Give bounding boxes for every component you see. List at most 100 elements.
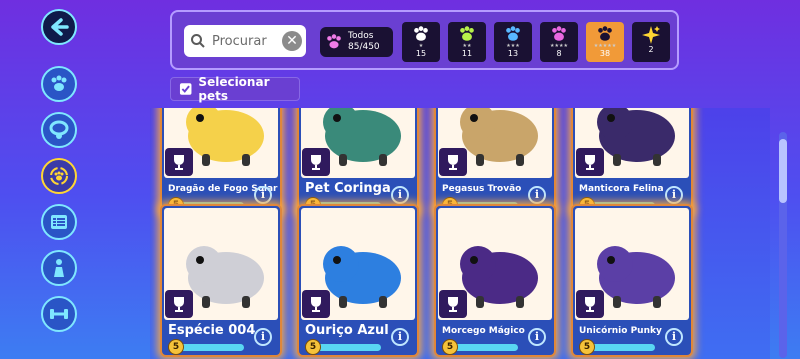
rarity-count: 38 bbox=[599, 49, 611, 58]
pet-type-badge bbox=[439, 290, 467, 318]
trophy-icon bbox=[585, 155, 595, 170]
rarity-count: 11 bbox=[461, 49, 473, 58]
pet-grid[interactable]: Dragão de Fogo Solari5 Pet Coringa i 5 Pegas… bbox=[150, 108, 770, 359]
paw-icon bbox=[51, 75, 67, 91]
rarity-filter-6[interactable]: 2 bbox=[632, 22, 670, 62]
info-icon: i bbox=[534, 330, 540, 343]
paw-icon bbox=[414, 26, 428, 41]
trophy-icon bbox=[174, 155, 184, 170]
trainer-icon bbox=[54, 259, 64, 277]
rarity-filter-5[interactable]: ★★★★★ 38 bbox=[586, 22, 624, 62]
rarity-count: 2 bbox=[648, 45, 654, 54]
info-button[interactable]: i bbox=[391, 186, 409, 204]
sidebar-item-list[interactable] bbox=[41, 204, 77, 240]
rarity-count: 13 bbox=[507, 49, 519, 58]
checkbox-icon bbox=[179, 83, 192, 95]
info-button[interactable]: i bbox=[528, 328, 546, 346]
back-button[interactable] bbox=[41, 9, 77, 45]
rarity-count: 8 bbox=[556, 49, 562, 58]
close-icon: ✕ bbox=[286, 33, 298, 49]
rarity-filter-4[interactable]: ★★★★ 8 bbox=[540, 22, 578, 62]
info-button[interactable]: i bbox=[665, 186, 683, 204]
trophy-icon bbox=[448, 155, 458, 170]
search-input[interactable]: Procurar ✕ bbox=[184, 25, 306, 57]
sidebar-item-pets[interactable] bbox=[41, 66, 77, 102]
info-icon: i bbox=[397, 330, 403, 343]
sidebar-item-paw-cycle[interactable] bbox=[41, 158, 77, 194]
pet-card[interactable]: Ouriço Azul i 5 bbox=[297, 204, 419, 357]
level-progress-bar bbox=[315, 344, 381, 351]
level-coin: 5 bbox=[305, 339, 321, 355]
pet-type-badge bbox=[576, 290, 604, 318]
level-coin: 5 bbox=[442, 339, 458, 355]
info-button[interactable]: i bbox=[528, 186, 546, 204]
info-icon: i bbox=[260, 188, 266, 201]
pet-card[interactable]: Pet Coringai5 bbox=[297, 108, 419, 215]
list-icon bbox=[51, 215, 67, 229]
paw-icon bbox=[598, 26, 612, 41]
pet-type-badge bbox=[165, 148, 193, 176]
sidebar-item-trainer[interactable] bbox=[41, 250, 77, 286]
pet-card[interactable]: Unicórnio Punky i 5 bbox=[571, 204, 693, 357]
sidebar-item-training[interactable] bbox=[41, 296, 77, 332]
trophy-icon bbox=[585, 297, 595, 312]
pet-card[interactable]: Pegasus Trovãoi5 bbox=[434, 108, 556, 215]
rarity-filter-2[interactable]: ★★ 11 bbox=[448, 22, 486, 62]
level-progress-bar bbox=[452, 344, 518, 351]
scrollbar-thumb[interactable] bbox=[779, 139, 787, 203]
info-icon: i bbox=[260, 330, 266, 343]
paw-cycle-icon bbox=[50, 167, 68, 185]
pet-type-badge bbox=[302, 290, 330, 318]
level-progress-fill bbox=[178, 344, 244, 351]
level-progress-fill bbox=[589, 344, 655, 351]
info-icon: i bbox=[534, 188, 540, 201]
paw-icon bbox=[506, 26, 520, 41]
pet-type-badge bbox=[165, 290, 193, 318]
filter-all-label: Todos bbox=[348, 31, 374, 41]
level-coin: 5 bbox=[168, 339, 184, 355]
pet-name: Pet Coringa bbox=[305, 181, 391, 196]
pet-name: Morcego Mágico bbox=[442, 326, 525, 336]
pet-name: Pegasus Trovão bbox=[442, 184, 522, 194]
rarity-filter-1[interactable]: ★ 15 bbox=[402, 22, 440, 62]
paw-icon bbox=[552, 26, 566, 41]
pet-name: Ouriço Azul bbox=[305, 323, 389, 338]
info-button[interactable]: i bbox=[391, 328, 409, 346]
pet-type-badge bbox=[302, 148, 330, 176]
info-button[interactable]: i bbox=[254, 186, 272, 204]
select-pets-button[interactable]: Selecionar pets bbox=[170, 75, 300, 103]
collar-icon bbox=[49, 120, 69, 139]
trophy-icon bbox=[174, 297, 184, 312]
trophy-icon bbox=[311, 155, 321, 170]
trophy-icon bbox=[448, 297, 458, 312]
filter-bar: Procurar ✕ Todos 85/450 ★ 15 ★★ 11 ★★★ 13 ★★★★… bbox=[170, 10, 679, 70]
pet-name: Espécie 004 bbox=[168, 323, 256, 338]
pet-name: Unicórnio Punky bbox=[579, 326, 662, 336]
pet-name: Manticora Felina bbox=[579, 184, 664, 194]
level-progress-fill bbox=[315, 344, 381, 351]
search-icon bbox=[191, 34, 205, 48]
pet-card[interactable]: Dragão de Fogo Solari5 bbox=[160, 108, 282, 215]
trophy-icon bbox=[311, 297, 321, 312]
sparkle-icon bbox=[642, 26, 660, 44]
dumbbell-icon bbox=[50, 309, 68, 319]
level-progress-fill bbox=[452, 344, 518, 351]
info-button[interactable]: i bbox=[254, 328, 272, 346]
pet-type-badge bbox=[439, 148, 467, 176]
info-button[interactable]: i bbox=[665, 328, 683, 346]
select-pets-label: Selecionar pets bbox=[198, 75, 270, 103]
pet-card[interactable]: Morcego Mágico i 5 bbox=[434, 204, 556, 357]
filter-all-count: 85/450 bbox=[348, 42, 380, 52]
search-placeholder: Procurar bbox=[212, 33, 267, 49]
arrow-left-icon bbox=[51, 18, 69, 36]
pet-card[interactable]: Espécie 004 i 5 bbox=[160, 204, 282, 357]
paw-icon bbox=[327, 34, 341, 49]
filter-all-button[interactable]: Todos 85/450 bbox=[320, 27, 393, 57]
sidebar-item-collar[interactable] bbox=[41, 112, 77, 148]
pet-type-badge bbox=[576, 148, 604, 176]
rarity-count: 15 bbox=[415, 49, 427, 58]
pet-card[interactable]: Manticora Felinai5 bbox=[571, 108, 693, 215]
rarity-filter-3[interactable]: ★★★ 13 bbox=[494, 22, 532, 62]
level-coin: 5 bbox=[579, 339, 595, 355]
clear-search-button[interactable]: ✕ bbox=[282, 31, 302, 51]
